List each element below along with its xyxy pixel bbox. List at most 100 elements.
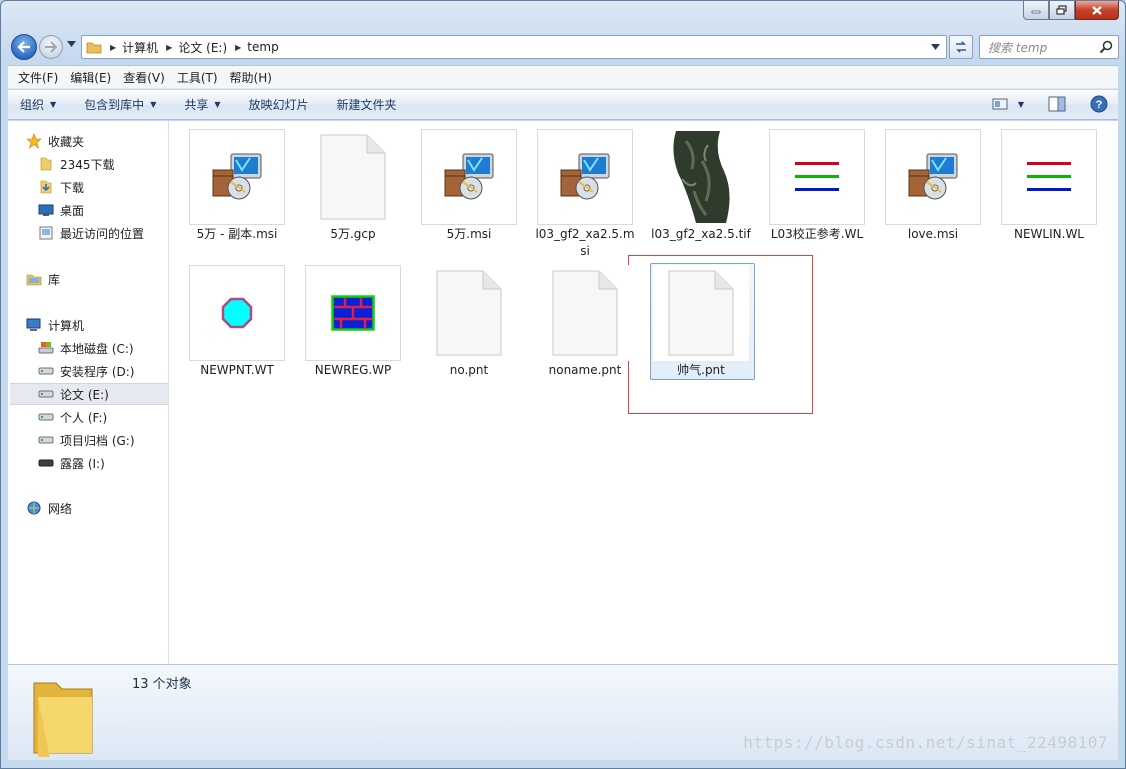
navigation-row: ▶ 计算机 ▶ 论文 (E:) ▶ temp 搜索 temp	[9, 32, 1119, 60]
address-dropdown-icon[interactable]	[931, 44, 940, 50]
svg-text:?: ?	[1096, 99, 1103, 111]
file-name: 帅气.pnt	[677, 363, 725, 377]
share-button[interactable]: 共享 ▼	[184, 96, 220, 113]
breadcrumb-computer[interactable]: 计算机	[122, 39, 158, 56]
include-in-library-button[interactable]: 包含到库中 ▼	[84, 96, 156, 113]
file-thumbnail	[305, 265, 401, 361]
sidebar-item-downloads[interactable]: 下载	[38, 176, 168, 198]
drive-icon	[38, 363, 54, 379]
file-tile[interactable]: 5万.gcp	[285, 121, 401, 251]
help-icon[interactable]: ?	[1090, 95, 1108, 113]
file-thumbnail	[421, 265, 517, 361]
folder-icon	[38, 156, 54, 172]
region-file-icon	[306, 266, 400, 360]
network-icon	[26, 500, 42, 516]
details-pane: 13 个对象 https://blog.csdn.net/sinat_22498…	[8, 664, 1118, 760]
file-name: l03_gf2_xa2.5.msi	[535, 227, 635, 258]
file-tile[interactable]: no.pnt	[401, 257, 517, 387]
file-tile[interactable]: l03_gf2_xa2.5.msi	[517, 121, 635, 258]
menu-file[interactable]: 文件(F)	[12, 69, 64, 86]
refresh-button[interactable]	[949, 35, 973, 59]
search-box[interactable]: 搜索 temp	[979, 35, 1119, 59]
menu-tools[interactable]: 工具(T)	[171, 69, 224, 86]
address-bar[interactable]: ▶ 计算机 ▶ 论文 (E:) ▶ temp	[81, 35, 947, 59]
image-thumbnail-icon	[653, 129, 749, 225]
drive-icon	[38, 432, 54, 448]
back-button[interactable]	[11, 34, 37, 60]
file-name: 5万.msi	[446, 227, 492, 241]
view-controls: ▼ ?	[992, 95, 1108, 113]
file-tile[interactable]: NEWPNT.WT	[169, 257, 285, 387]
menu-edit[interactable]: 编辑(E)	[64, 69, 117, 86]
breadcrumb-separator-icon[interactable]: ▶	[235, 43, 241, 52]
history-dropdown-icon[interactable]	[67, 41, 76, 47]
file-tile[interactable]: 帅气.pnt	[633, 257, 749, 387]
file-thumbnail	[653, 129, 749, 225]
view-mode-icon[interactable]	[992, 97, 1008, 111]
search-input[interactable]: 搜索 temp	[988, 39, 1047, 56]
sidebar-item-drive-e[interactable]: 论文 (E:)	[10, 383, 168, 405]
breadcrumb-temp[interactable]: temp	[247, 40, 278, 54]
computer-icon	[26, 317, 42, 333]
back-arrow-icon	[17, 41, 30, 53]
file-tile[interactable]: love.msi	[865, 121, 981, 251]
watermark-text: https://blog.csdn.net/sinat_22498107	[743, 733, 1108, 752]
sidebar-item-favorites[interactable]: 收藏夹	[26, 130, 166, 152]
sidebar-item-drive-c[interactable]: 本地磁盘 (C:)	[38, 337, 168, 359]
sidebar-item-2345-downloads[interactable]: 2345下载	[38, 153, 168, 175]
breadcrumb-separator-icon[interactable]: ▶	[110, 43, 116, 52]
breadcrumb-separator-icon[interactable]: ▶	[166, 43, 172, 52]
menu-view[interactable]: 查看(V)	[117, 69, 171, 86]
file-tile[interactable]: 5万.msi	[401, 121, 517, 251]
chevron-down-icon: ▼	[150, 100, 157, 109]
file-thumbnail	[653, 265, 749, 361]
file-name: l03_gf2_xa2.5.tif	[651, 227, 751, 241]
sidebar-item-label: 桌面	[60, 203, 85, 218]
file-thumbnail	[885, 129, 981, 225]
file-tile[interactable]: NEWREG.WP	[285, 257, 401, 387]
organize-button[interactable]: 组织 ▼	[20, 96, 56, 113]
file-tile[interactable]: l03_gf2_xa2.5.tif	[633, 121, 751, 251]
new-folder-button[interactable]: 新建文件夹	[337, 96, 397, 113]
minimize-button[interactable]	[1023, 1, 1049, 20]
file-tile[interactable]: L03校正参考.WL	[749, 121, 865, 251]
file-tile[interactable]: NEWLIN.WL	[981, 121, 1097, 251]
sidebar-item-drive-f[interactable]: 个人 (F:)	[38, 406, 168, 428]
sidebar-item-label: 网络	[48, 501, 73, 516]
refresh-icon	[956, 41, 966, 53]
sidebar-item-drive-g[interactable]: 项目归档 (G:)	[38, 429, 168, 451]
sidebar-item-label: 安装程序 (D:)	[60, 364, 135, 379]
search-icon[interactable]	[1099, 40, 1113, 54]
menu-help[interactable]: 帮助(H)	[224, 69, 278, 86]
close-button[interactable]	[1075, 1, 1119, 20]
sidebar-item-label: 个人 (F:)	[60, 410, 108, 425]
installer-package-icon	[538, 130, 632, 224]
system-drive-icon	[38, 340, 54, 356]
installer-package-icon	[190, 130, 284, 224]
file-tile[interactable]: noname.pnt	[517, 257, 633, 387]
maximize-button[interactable]	[1049, 1, 1075, 20]
breadcrumb-drive-e[interactable]: 论文 (E:)	[178, 39, 227, 56]
point-file-icon	[190, 266, 284, 360]
sidebar-item-drive-i[interactable]: 露露 (I:)	[38, 452, 168, 474]
chevron-down-icon: ▼	[50, 100, 57, 109]
recent-places-icon	[38, 225, 54, 241]
include-in-library-label: 包含到库中	[84, 98, 145, 112]
preview-pane-icon[interactable]	[1048, 96, 1066, 112]
file-name: love.msi	[907, 227, 959, 241]
forward-button[interactable]	[39, 35, 63, 59]
slideshow-button[interactable]: 放映幻灯片	[249, 96, 309, 113]
sidebar-item-computer[interactable]: 计算机	[26, 314, 166, 336]
explorer-window: ▶ 计算机 ▶ 论文 (E:) ▶ temp 搜索 temp 文件(F) 编辑(…	[0, 0, 1126, 769]
sidebar-item-desktop[interactable]: 桌面	[38, 199, 168, 221]
blank-document-icon	[305, 129, 401, 225]
file-tile[interactable]: 5万 - 副本.msi	[169, 121, 285, 251]
sidebar-item-drive-d[interactable]: 安装程序 (D:)	[38, 360, 168, 382]
sidebar-item-libraries[interactable]: 库	[26, 268, 166, 290]
sidebar-item-network[interactable]: 网络	[26, 497, 166, 519]
file-name: noname.pnt	[548, 363, 622, 377]
view-dropdown-icon[interactable]: ▼	[1018, 100, 1024, 109]
line-file-icon	[770, 130, 864, 224]
sidebar-item-recent-places[interactable]: 最近访问的位置	[38, 222, 168, 244]
share-label: 共享	[184, 98, 209, 112]
